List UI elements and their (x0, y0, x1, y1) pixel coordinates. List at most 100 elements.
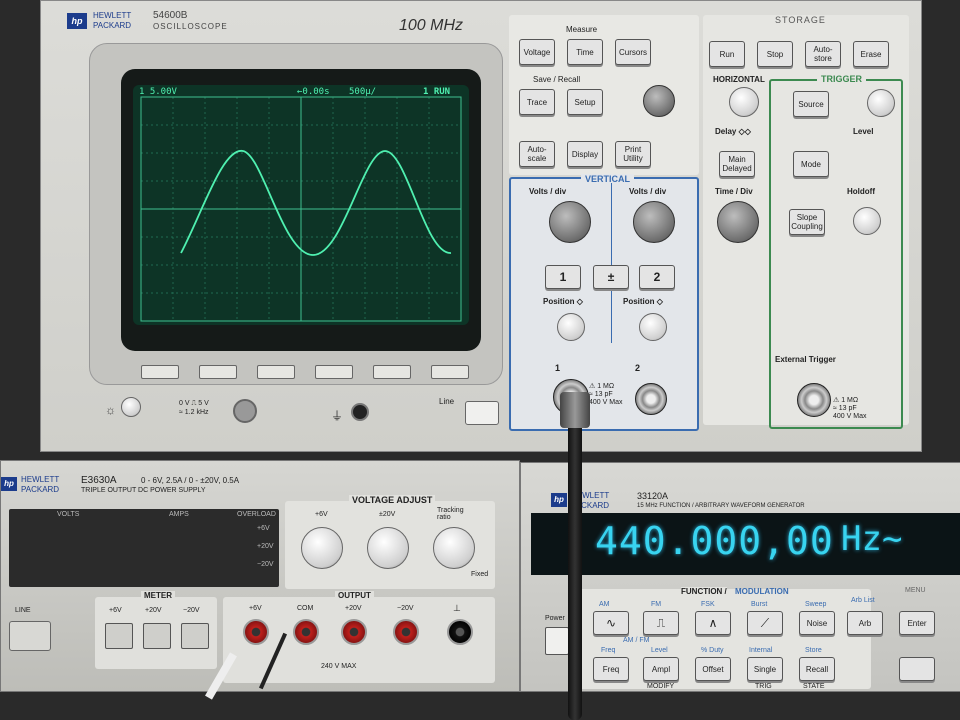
ps-type: TRIPLE OUTPUT DC POWER SUPPLY (81, 487, 206, 494)
recall-button[interactable]: Recall (799, 657, 835, 681)
fixed-label: Fixed (471, 571, 489, 578)
enter-button[interactable]: Enter (899, 611, 935, 635)
autoscale-button[interactable]: Auto-scale (519, 141, 555, 167)
stop-button[interactable]: Stop (757, 41, 793, 67)
probe-comp-label: 0 V ⎍ 5 V ≈ 1.2 kHz (179, 400, 209, 416)
screen-time-offset: ←0.00s (297, 87, 330, 97)
tracking-knob[interactable] (433, 527, 475, 569)
holdoff-knob[interactable] (853, 207, 881, 235)
plusminus-button[interactable]: ± (593, 265, 629, 289)
meter-p20-button[interactable] (143, 623, 171, 649)
erase-button[interactable]: Erase (853, 41, 889, 67)
print-utility-button[interactable]: Print Utility (615, 141, 651, 167)
ch1-button[interactable]: 1 (545, 265, 581, 289)
offset-button[interactable]: Offset (695, 657, 731, 681)
source-button[interactable]: Source (793, 91, 829, 117)
time-button[interactable]: Time (567, 39, 603, 65)
run-button[interactable]: Run (709, 41, 745, 67)
freq-button[interactable]: Freq (593, 657, 629, 681)
out-m20-label: −20V (397, 605, 414, 612)
trace-button[interactable]: Trace (519, 89, 555, 115)
menu-button[interactable] (899, 657, 935, 681)
display-button[interactable]: Display (567, 141, 603, 167)
intensity-knob[interactable] (121, 397, 141, 417)
single-button[interactable]: Single (747, 657, 783, 681)
meter-6-button[interactable] (105, 623, 133, 649)
line-power-button[interactable] (465, 401, 499, 425)
scope-type: OSCILLOSCOPE (153, 22, 228, 31)
modify-label: MODIFY (647, 683, 675, 690)
fg-hp-logo: hp (551, 493, 567, 507)
output-title: OUTPUT (335, 591, 374, 600)
ps-brand-1: HEWLETT (21, 475, 60, 484)
terminal-com[interactable] (293, 619, 319, 645)
ps-line-switch[interactable] (9, 621, 51, 651)
softkey-3[interactable] (257, 365, 295, 379)
position-2-label: Position ◇ (623, 297, 663, 306)
menu-label: MENU (905, 587, 926, 594)
softkey-4[interactable] (315, 365, 353, 379)
input-1-label: 1 (555, 363, 561, 373)
volts-div-2-knob[interactable] (633, 201, 675, 243)
out-p20-label: +20V (345, 605, 362, 612)
position-2-knob[interactable] (639, 313, 667, 341)
freq-mod-label: Freq (601, 647, 616, 654)
noise-button[interactable]: Noise (799, 611, 835, 635)
out-com-label: COM (297, 605, 314, 612)
terminal-p20[interactable] (341, 619, 367, 645)
time-div-knob[interactable] (717, 201, 759, 243)
line-switch-label: LINE (15, 607, 31, 614)
entry-knob[interactable] (643, 85, 675, 117)
terminal-ground[interactable] (447, 619, 473, 645)
slope-coupling-button[interactable]: Slope Coupling (789, 209, 825, 235)
terminal-m20[interactable] (393, 619, 419, 645)
ampl-button[interactable]: Ampl (643, 657, 679, 681)
volts-div-1-knob[interactable] (549, 201, 591, 243)
adj-6-knob[interactable] (301, 527, 343, 569)
sine-button[interactable]: ∿ (593, 611, 629, 635)
trigger-title: TRIGGER (817, 74, 867, 84)
softkey-6[interactable] (431, 365, 469, 379)
ground-terminal[interactable] (351, 403, 369, 421)
triangle-button[interactable]: ∧ (695, 611, 731, 635)
ps-hp-logo: hp (1, 477, 17, 491)
level-knob[interactable] (867, 89, 895, 117)
screen-ch-scale: 1 5.00V (139, 87, 177, 97)
fg-description: 15 MHz FUNCTION / ARBITRARY WAVEFORM GEN… (637, 503, 805, 509)
ch2-bnc-connector[interactable] (635, 383, 667, 415)
meter-m20-button[interactable] (181, 623, 209, 649)
softkey-1[interactable] (141, 365, 179, 379)
arb-list-label: Arb List (851, 597, 875, 604)
fg-power-button[interactable] (545, 627, 569, 655)
store-label: Store (805, 647, 822, 654)
autostore-button[interactable]: Auto-store (805, 41, 841, 67)
measure-title: Measure (566, 25, 598, 34)
cursors-button[interactable]: Cursors (615, 39, 651, 65)
line-label: Line (439, 397, 455, 406)
bnc-cable (568, 420, 582, 720)
mode-button[interactable]: Mode (793, 151, 829, 177)
square-button[interactable]: ⎍ (643, 611, 679, 635)
ch2-button[interactable]: 2 (639, 265, 675, 289)
voltage-button[interactable]: Voltage (519, 39, 555, 65)
position-1-knob[interactable] (557, 313, 585, 341)
softkey-2[interactable] (199, 365, 237, 379)
adj-20-knob[interactable] (367, 527, 409, 569)
ps-rating: 0 - 6V, 2.5A / 0 - ±20V, 0.5A (141, 476, 240, 485)
main-delayed-button[interactable]: Main Delayed (719, 151, 755, 177)
external-trigger-bnc[interactable] (797, 383, 831, 417)
am-fm-label: AM / FM (623, 637, 650, 644)
arb-button[interactable]: Arb (847, 611, 883, 635)
sweep-label: Sweep (805, 601, 827, 608)
vfd-value: 440.000,00 (595, 519, 834, 563)
storage-title: STORAGE (775, 15, 826, 25)
softkey-5[interactable] (373, 365, 411, 379)
probe-comp-terminal[interactable] (233, 399, 257, 423)
setup-button[interactable]: Setup (567, 89, 603, 115)
fg-model: 33120A (637, 491, 669, 501)
delay-knob[interactable] (729, 87, 759, 117)
terminal-6v[interactable] (243, 619, 269, 645)
out-gnd-label: ⊥ (453, 603, 461, 613)
bnc-plug (560, 392, 590, 428)
ramp-button[interactable]: ⟋ (747, 611, 783, 635)
